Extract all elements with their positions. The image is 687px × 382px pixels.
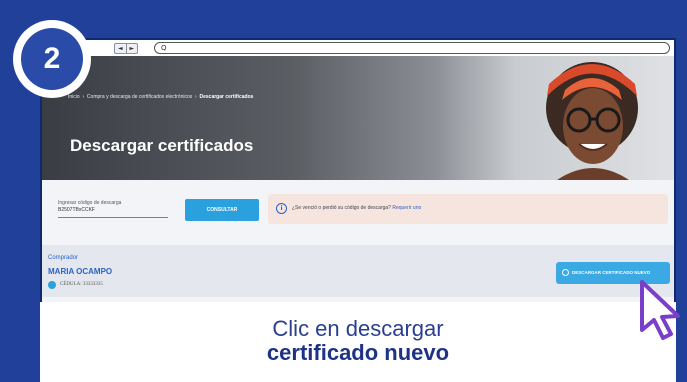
breadcrumb-home[interactable]: Inicio (68, 94, 80, 100)
consult-button[interactable]: CONSULTAR (185, 199, 259, 221)
download-code-section: Ingresar código de descarga B2507TBxCCKF… (42, 180, 674, 240)
buyer-label: Comprador (48, 255, 79, 261)
id-card-icon (48, 281, 56, 289)
browser-nav-buttons[interactable]: ◄ ► (114, 43, 138, 54)
forward-arrow-icon[interactable]: ► (125, 44, 138, 53)
download-icon (562, 269, 569, 277)
breadcrumb: Inicio › Compra y descarga de certificad… (68, 94, 254, 100)
instruction-caption: Clic en descargar certificado nuevo (40, 302, 676, 382)
person-photo (546, 62, 638, 180)
browser-toolbar: ◄ ► Q (42, 40, 674, 57)
hero-banner: Inicio › Compra y descarga de certificad… (42, 56, 674, 180)
lost-code-notice: i ¿Se venció o perdió su código de desca… (268, 194, 668, 224)
notice-text: ¿Se venció o perdió su código de descarg… (292, 205, 391, 211)
buyer-name: MARIA OCAMPO (48, 267, 113, 276)
step-number: 2 (21, 28, 83, 90)
notice-message: ¿Se venció o perdió su código de descarg… (292, 205, 421, 211)
code-field-label: Ingresar código de descarga (58, 200, 122, 206)
search-icon: Q (161, 44, 167, 52)
breadcrumb-mid[interactable]: Compra y descarga de certificados electr… (87, 94, 192, 100)
info-icon: i (276, 203, 287, 214)
step-badge: 2 (13, 20, 91, 98)
page-title: Descargar certificados (70, 136, 254, 155)
buyer-id: CÉDULA: 33333335 (60, 282, 103, 287)
breadcrumb-current: Descargar certificados (199, 94, 254, 100)
mouse-pointer-icon (640, 280, 680, 340)
caption-line-1: Clic en descargar (272, 316, 444, 341)
download-code-input[interactable]: B2507TBxCCKF (58, 207, 168, 218)
request-code-link[interactable]: Requerir uno (392, 205, 421, 211)
back-arrow-icon[interactable]: ◄ (115, 44, 126, 53)
address-bar[interactable]: Q (154, 42, 670, 54)
download-new-certificate-label: DESCARGAR CERTIFICADO NUEVO (572, 270, 651, 275)
caption-line-2: certificado nuevo (266, 340, 450, 365)
buyer-section: Comprador MARIA OCAMPO CÉDULA: 33333335 … (42, 245, 674, 297)
